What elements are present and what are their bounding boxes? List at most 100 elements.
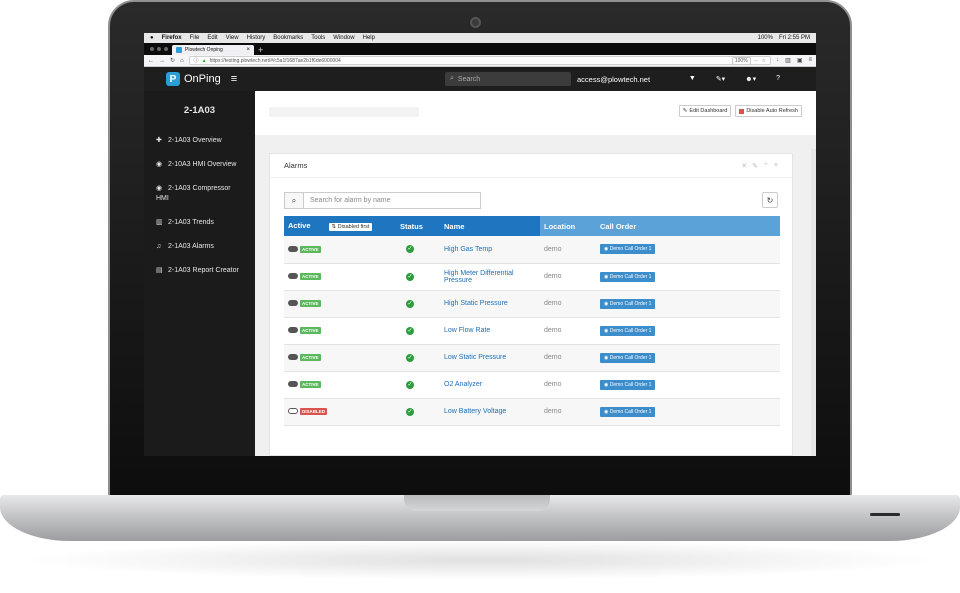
call-order-button[interactable]: ◉ Demo Call Order 1: [600, 352, 656, 363]
stop-icon: [739, 108, 745, 114]
menu-help[interactable]: Help: [363, 35, 375, 41]
menu-clock[interactable]: Fri 2:55 PM: [779, 35, 810, 41]
alarm-name-link[interactable]: Low Static Pressure: [444, 354, 506, 361]
sidebar-title: 2-1A03: [183, 105, 216, 116]
edit-dashboard-button[interactable]: ✎ Edit Dashboard: [678, 105, 732, 117]
search-icon: ⌕: [450, 75, 454, 82]
call-order-button[interactable]: ◉ Demo Call Order 1: [600, 325, 656, 336]
url-bar[interactable]: ⓘ ▲ https://testing.plowtech.net/#/c5a1f…: [188, 56, 772, 65]
library-icon[interactable]: ▥: [785, 57, 791, 64]
bookmark-star-icon[interactable]: ☆: [762, 58, 766, 64]
status-badge: ACTIVE: [300, 272, 321, 280]
sidebar-item-hmi-overview[interactable]: ◉ 2-10A3 HMI Overview: [144, 160, 255, 170]
back-icon[interactable]: ←: [148, 58, 154, 64]
close-tab-icon[interactable]: ×: [246, 47, 250, 53]
col-name[interactable]: Name: [440, 216, 540, 236]
table-row[interactable]: ACTIVE ✓ Low Flow Rate demo ◉ Demo Call Orde…: [284, 317, 780, 344]
scrollbar[interactable]: [811, 149, 816, 456]
window-controls[interactable]: [150, 43, 168, 55]
location-cell: demo: [544, 354, 562, 361]
sidebar-toggle-icon[interactable]: ▣: [797, 57, 803, 64]
menu-app-name[interactable]: Firefox: [162, 35, 182, 41]
alarm-search-input[interactable]: Search for alarm by name: [304, 192, 481, 209]
table-row[interactable]: ACTIVE ✓ Low Static Pressure demo ◉ Demo Cal…: [284, 344, 780, 371]
menu-history[interactable]: History: [247, 35, 266, 41]
status-badge: ACTIVE: [300, 245, 321, 253]
alarm-name-link[interactable]: O2 Analyzer: [444, 381, 482, 388]
call-order-button[interactable]: ◉ Demo Call Order 1: [600, 244, 656, 255]
home-icon[interactable]: ⌂: [180, 58, 184, 64]
call-order-button[interactable]: ◉ Demo Call Order 1: [600, 406, 656, 417]
table-row[interactable]: ACTIVE ✓ O2 Analyzer demo ◉ Demo Call Order …: [284, 371, 780, 398]
sidebar-item-label: 2-10A3 HMI Overview: [168, 161, 237, 168]
toggle-switch[interactable]: [288, 381, 298, 388]
name-cell: Low Battery Voltage: [440, 398, 540, 425]
browser-tab[interactable]: Plowtech Onping ×: [172, 45, 254, 55]
help-icon[interactable]: ?: [776, 75, 780, 83]
col-active[interactable]: Active ⇅ Disabled first: [284, 216, 396, 236]
menu-view[interactable]: View: [226, 35, 239, 41]
forward-icon[interactable]: →: [159, 58, 165, 64]
page-actions-icon[interactable]: ⋯: [754, 58, 759, 64]
sidebar-item-overview[interactable]: ✚ 2-1A03 Overview: [144, 136, 255, 146]
toggle-switch[interactable]: [288, 327, 298, 334]
hamburger-menu-icon[interactable]: ≡: [231, 73, 237, 85]
bookmark-dropdown-icon[interactable]: ▼: [689, 75, 696, 83]
check-circle-icon: ✓: [406, 326, 414, 335]
toggle-switch[interactable]: [288, 273, 298, 280]
close-icon[interactable]: ×: [774, 162, 778, 170]
toggle-switch[interactable]: [288, 246, 298, 253]
wrench-dropdown-icon[interactable]: ✎▾: [716, 75, 725, 83]
new-tab-button[interactable]: +: [258, 45, 263, 55]
table-row[interactable]: DISABLED ✓ Low Battery Voltage demo ◉ Demo C…: [284, 398, 780, 425]
alarm-name-link[interactable]: High Static Pressure: [444, 300, 508, 307]
col-location[interactable]: Location: [540, 216, 596, 236]
call-order-button[interactable]: ◉ Demo Call Order 1: [600, 379, 656, 390]
sidebar-item-trends[interactable]: ▥ 2-1A03 Trends: [144, 218, 255, 228]
call-order-cell: ◉ Demo Call Order 1: [596, 317, 780, 344]
table-row[interactable]: ACTIVE ✓ High Meter Differential Pressure d…: [284, 263, 780, 290]
active-cell: ACTIVE: [284, 263, 396, 290]
call-order-button[interactable]: ◉ Demo Call Order 1: [600, 271, 656, 282]
alarm-name-link[interactable]: High Gas Temp: [444, 246, 492, 253]
zoom-level[interactable]: 100%: [731, 56, 751, 65]
alarms-table: Active ⇅ Disabled first Status Name Locat…: [284, 216, 780, 426]
alarm-name-link[interactable]: Low Flow Rate: [444, 327, 490, 334]
reload-icon[interactable]: ↻: [170, 57, 175, 64]
alarm-name-link[interactable]: Low Battery Voltage: [444, 408, 506, 415]
status-cell: ✓: [396, 344, 440, 371]
sidebar-item-alarms[interactable]: ♫ 2-1A03 Alarms: [144, 242, 255, 252]
menu-edit[interactable]: Edit: [207, 35, 217, 41]
col-status[interactable]: Status: [396, 216, 440, 236]
sidebar-item-compressor-hmi[interactable]: ◉ 2-1A03 Compressor HMI: [144, 184, 255, 204]
collapse-icon[interactable]: ⌃: [763, 162, 769, 170]
col-call-order[interactable]: Call Order: [596, 216, 780, 236]
header-search-input[interactable]: ⌕ Search: [445, 72, 571, 86]
disable-auto-refresh-button[interactable]: Disable Auto Refresh: [735, 105, 802, 117]
browser-menu-icon[interactable]: ≡: [808, 57, 812, 64]
table-row[interactable]: ACTIVE ✓ High Gas Temp demo ◉ Demo Call Orde…: [284, 236, 780, 263]
toggle-switch[interactable]: [288, 354, 298, 361]
toggle-switch[interactable]: [288, 408, 298, 415]
menu-file[interactable]: File: [190, 35, 200, 41]
alarm-name-link[interactable]: High Meter Differential Pressure: [444, 270, 514, 284]
info-icon[interactable]: ⓘ: [194, 57, 199, 64]
wrench-icon[interactable]: ✎: [752, 162, 758, 170]
expand-icon[interactable]: ✕: [741, 162, 747, 170]
toggle-switch[interactable]: [288, 300, 298, 307]
table-row[interactable]: ACTIVE ✓ High Static Pressure demo ◉ Demo Ca…: [284, 290, 780, 317]
menu-bookmarks[interactable]: Bookmarks: [273, 35, 303, 41]
user-email[interactable]: access@plowtech.net: [577, 75, 650, 84]
menu-tools[interactable]: Tools: [311, 35, 325, 41]
brand[interactable]: P OnPing ≡: [144, 72, 255, 86]
download-icon[interactable]: ↓: [776, 57, 779, 64]
user-dropdown-icon[interactable]: ☻▾: [745, 75, 756, 83]
call-order-button[interactable]: ◉ Demo Call Order 1: [600, 298, 656, 309]
disabled-first-button[interactable]: ⇅ Disabled first: [328, 223, 373, 231]
search-icon[interactable]: ⌕: [284, 192, 304, 209]
refresh-button[interactable]: ↻: [762, 192, 778, 208]
sidebar-item-report-creator[interactable]: ▤ 2-1A03 Report Creator: [144, 266, 255, 276]
menu-window[interactable]: Window: [333, 35, 354, 41]
laptop-shadow: [20, 540, 940, 580]
apple-menu-icon[interactable]: ●: [150, 35, 154, 41]
